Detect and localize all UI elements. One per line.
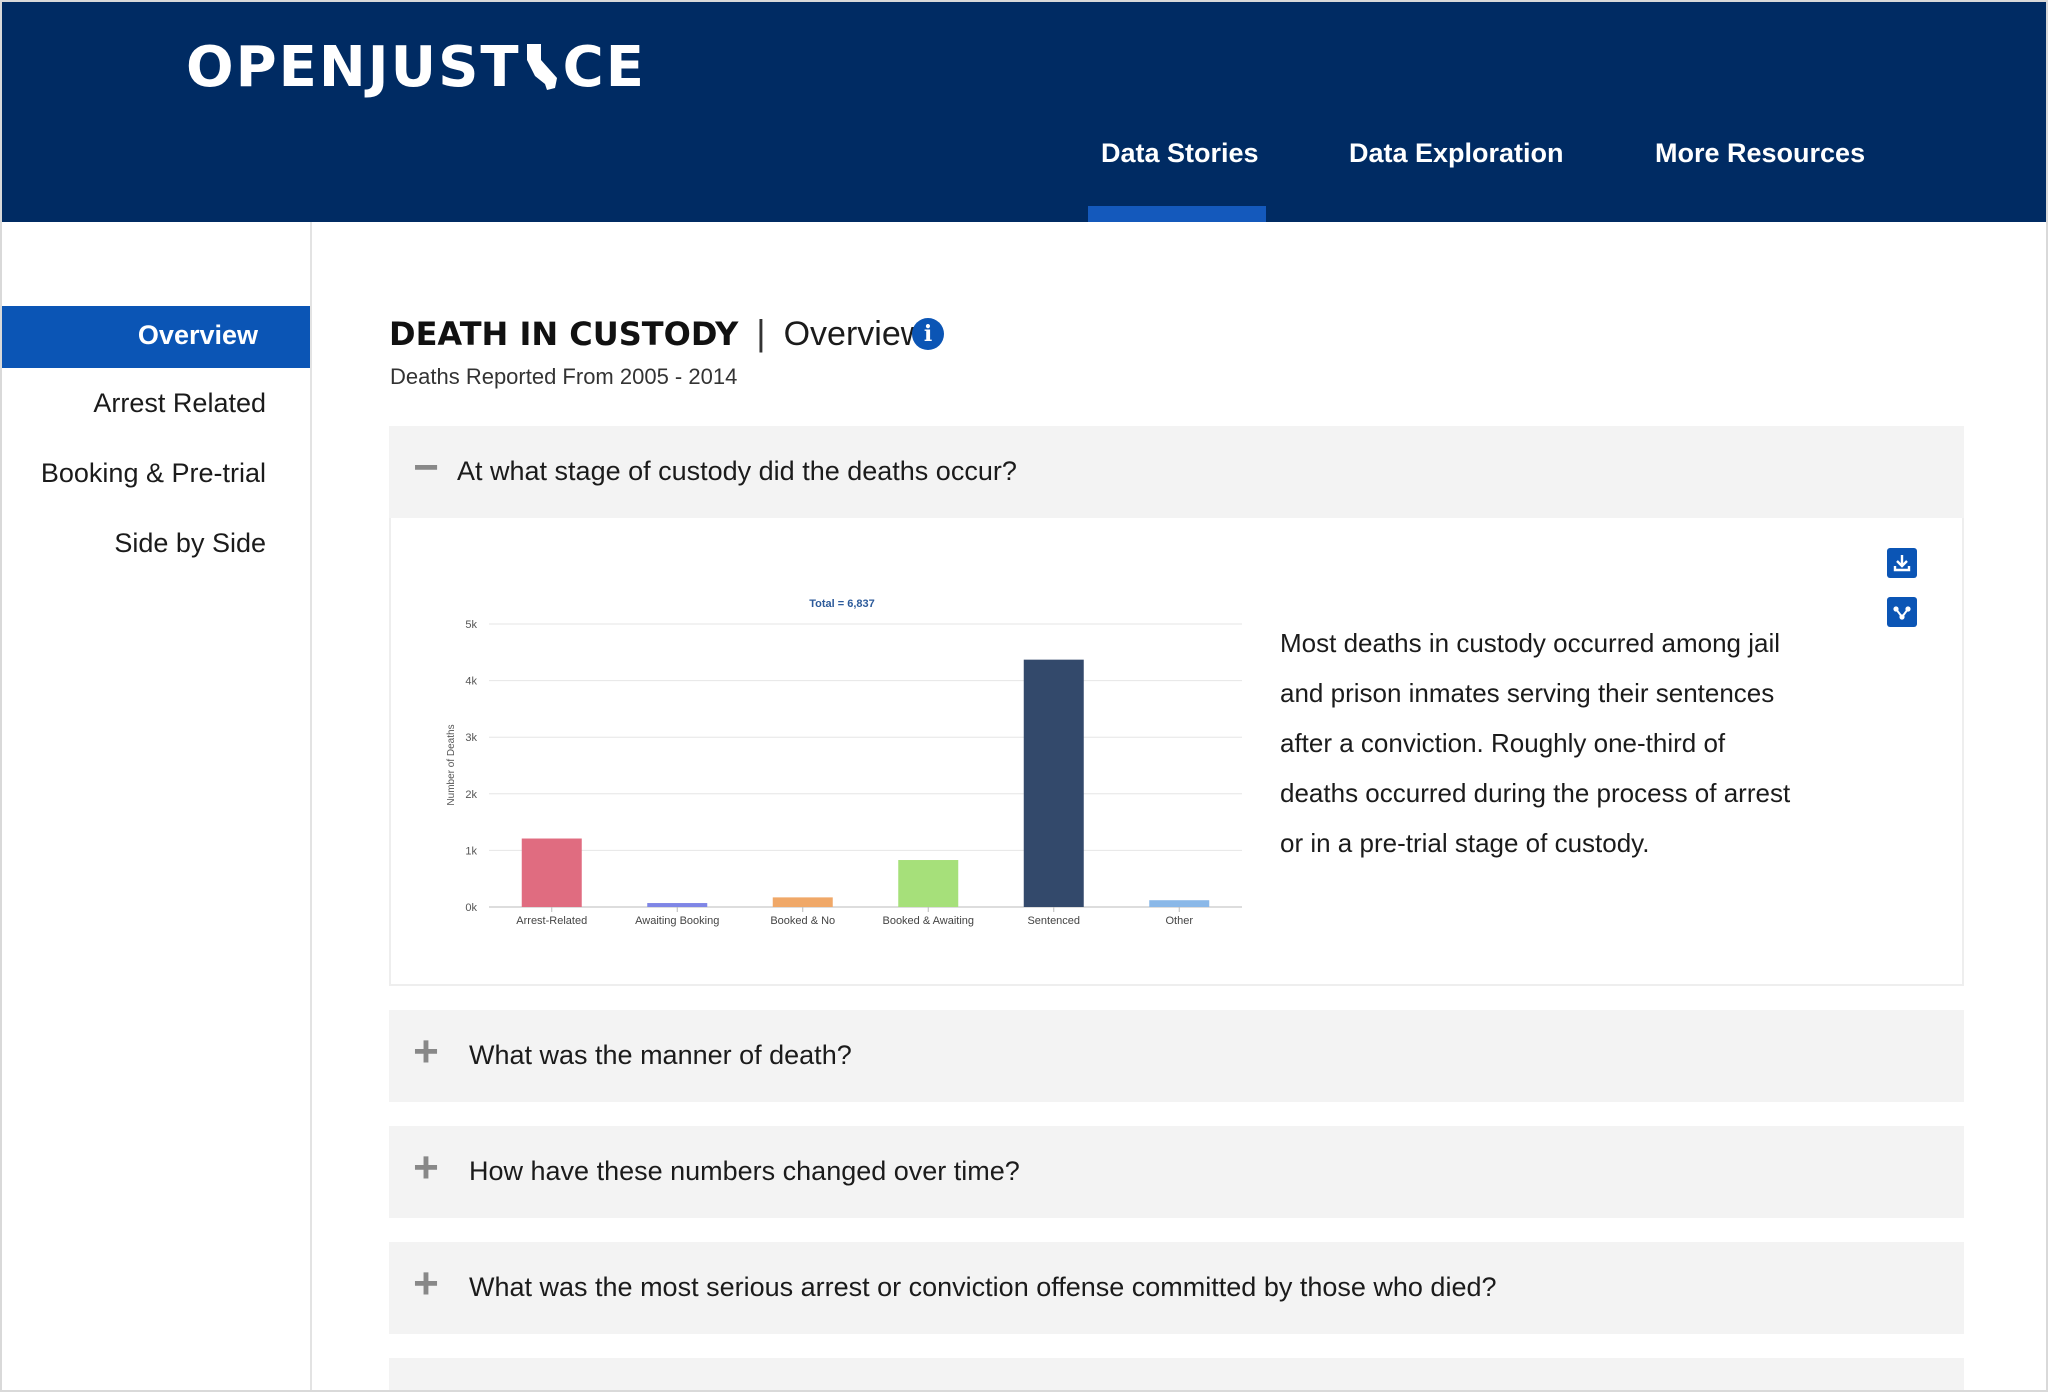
expand-icon[interactable]: + — [411, 1030, 441, 1074]
openjustice-logo[interactable]: OPENJUST CE — [186, 38, 646, 98]
bar-awaiting-booking — [647, 903, 708, 907]
sidebar-item-side-by-side[interactable]: Side by Side — [114, 528, 266, 559]
accordion-question: At what stage of custody did the deaths … — [457, 456, 1017, 486]
x-tick-label: Awaiting Booking — [635, 915, 719, 927]
y-tick-label: 4k — [465, 676, 477, 688]
california-state-icon — [526, 44, 557, 90]
download-icon — [1893, 555, 1911, 572]
accordion-header-offense[interactable]: + What was the most serious arrest or co… — [389, 1242, 1964, 1334]
x-tick-label: Booked & No — [770, 915, 835, 927]
bar-booked-no — [772, 897, 833, 907]
title-separator: | — [756, 312, 766, 353]
sidebar-item-booking-pre-trial[interactable]: Booking & Pre-trial — [41, 458, 266, 489]
accordion-header-manner[interactable]: + What was the manner of death? — [389, 1010, 1964, 1102]
download-button[interactable] — [1887, 548, 1917, 578]
y-tick-label: 3k — [465, 732, 477, 744]
collapse-icon[interactable]: − — [411, 446, 441, 490]
accordion-header-partial[interactable] — [389, 1358, 1964, 1390]
stage-of-custody-bar-chart: 0k 1k 2k 3k 4k 5k Total = 6,837 Number of Death… — [446, 598, 1242, 927]
share-icon — [1893, 606, 1911, 620]
app-frame: OPENJUST CE Data Stories Data Exploration… — [0, 0, 2048, 1392]
site-header: OPENJUST CE Data Stories Data Exploration… — [2, 2, 2046, 222]
bar-other — [1149, 900, 1210, 907]
logo-text-part-1: OPENJUST — [186, 35, 521, 100]
y-tick-label: 1k — [465, 845, 477, 857]
sidebar-item-label: Overview — [137, 320, 258, 350]
x-tick-label: Sentenced — [1027, 915, 1080, 927]
page-title-main: DEATH IN CUSTODY — [389, 315, 739, 353]
bar-sentenced — [1023, 659, 1084, 907]
page-title: DEATH IN CUSTODY | Overview — [389, 312, 925, 354]
sidebar-item-arrest-related[interactable]: Arrest Related — [93, 388, 266, 419]
x-tick-label: Arrest-Related — [516, 915, 587, 927]
accordion-header-trend[interactable]: + How have these numbers changed over ti… — [389, 1126, 1964, 1218]
expand-icon[interactable]: + — [411, 1262, 441, 1306]
logo-text-part-2: CE — [562, 35, 646, 100]
y-axis-label: Number of Deaths — [446, 724, 457, 805]
page-title-section: Overview — [783, 315, 926, 353]
page-subtitle: Deaths Reported From 2005 - 2014 — [390, 364, 738, 389]
info-icon[interactable]: i — [912, 318, 944, 350]
accordion-question: What was the manner of death? — [469, 1040, 852, 1070]
chart-title: Total = 6,837 — [809, 598, 875, 610]
y-tick-label: 2k — [465, 789, 477, 801]
chart-description: Most deaths in custody occurred among ja… — [1280, 628, 1791, 858]
sidebar: Overview Arrest Related Booking & Pre-tr… — [2, 222, 312, 1390]
nav-more-resources[interactable]: More Resources — [1655, 138, 1865, 169]
bar-booked-awaiting — [898, 860, 959, 907]
x-tick-label: Other — [1165, 915, 1193, 927]
accordion-question: What was the most serious arrest or conv… — [469, 1272, 1497, 1302]
x-tick-label: Booked & Awaiting — [882, 915, 974, 927]
nav-data-exploration[interactable]: Data Exploration — [1349, 138, 1564, 169]
sidebar-item-overview[interactable]: Overview — [2, 306, 310, 368]
y-tick-label: 0k — [465, 902, 477, 914]
nav-active-indicator — [1088, 206, 1266, 222]
bar-arrest-related — [521, 838, 582, 907]
share-button[interactable] — [1887, 597, 1917, 627]
y-tick-label: 5k — [465, 619, 477, 631]
nav-data-stories[interactable]: Data Stories — [1101, 138, 1259, 169]
expand-icon[interactable]: + — [411, 1146, 441, 1190]
accordion-header-stage[interactable]: − At what stage of custody did the death… — [389, 426, 1964, 518]
accordion-question: How have these numbers changed over time… — [469, 1156, 1020, 1186]
